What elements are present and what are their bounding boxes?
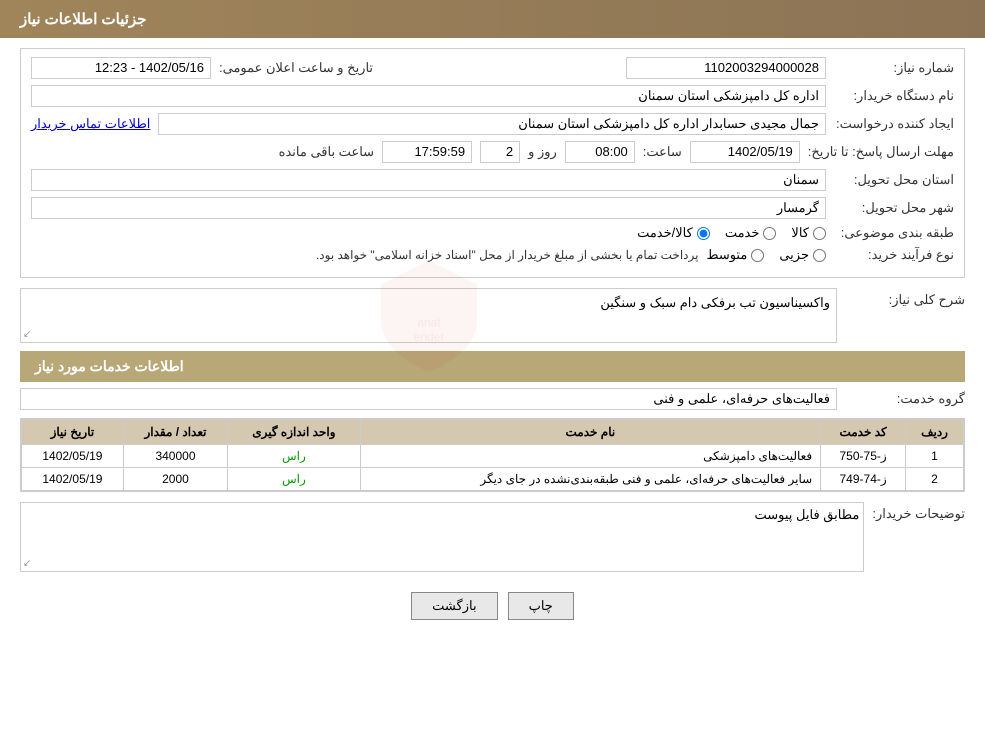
services-section-header: اطلاعات خدمات مورد نیاز: [20, 351, 965, 382]
deadline-label: مهلت ارسال پاسخ: تا تاریخ:: [808, 144, 954, 160]
cell-code: ز-75-750: [821, 445, 906, 468]
main-content: شماره نیاز: 1102003294000028 تاریخ و ساع…: [0, 38, 985, 645]
col-header-qty: تعداد / مقدار: [123, 420, 227, 445]
cell-date: 1402/05/19: [22, 445, 124, 468]
radio-item-khedmat: خدمت: [725, 225, 777, 241]
col-header-code: کد خدمت: [821, 420, 906, 445]
deadline-remaining: 17:59:59: [382, 141, 472, 163]
button-row: چاپ بازگشت: [20, 582, 965, 635]
services-table: ردیف کد خدمت نام خدمت واحد اندازه گیری ت…: [21, 419, 964, 491]
row-creator: ایجاد کننده درخواست: جمال مجیدی حسابدار …: [31, 113, 954, 135]
print-button[interactable]: چاپ: [508, 592, 574, 620]
buyer-desc-resize-icon: ↙: [23, 558, 31, 569]
cell-code: ز-74-749: [821, 468, 906, 491]
buyer-org-value: اداره کل دامپزشکی استان سمنان: [31, 85, 826, 107]
col-header-name: نام خدمت: [360, 420, 821, 445]
radio-item-jozii: جزیی: [779, 247, 826, 263]
page-wrapper: جزئیات اطلاعات نیاز شماره نیاز: 11020032…: [0, 0, 985, 730]
row-deadline: مهلت ارسال پاسخ: تا تاریخ: 1402/05/19 سا…: [31, 141, 954, 163]
page-header: جزئیات اطلاعات نیاز: [0, 0, 985, 38]
row-service-group: گروه خدمت: فعالیت‌های حرفه‌ای، علمی و فن…: [20, 388, 965, 410]
row-purchase-type: نوع فرآیند خرید: جزیی متوسط پرداخت تمام …: [31, 247, 954, 263]
cell-name: سایر فعالیت‌های حرفه‌ای، علمی و فنی طبقه…: [360, 468, 821, 491]
buyer-desc-box: مطابق فایل پیوست ↙: [20, 502, 864, 572]
back-button[interactable]: بازگشت: [411, 592, 497, 620]
table-row: 1 ز-75-750 فعالیت‌های دامپزشکی راس 34000…: [22, 445, 964, 468]
radio-item-kala-khedmat: کالا/خدمت: [637, 225, 710, 241]
cell-unit: راس: [228, 468, 360, 491]
deadline-time: 08:00: [565, 141, 635, 163]
radio-kala[interactable]: [813, 227, 826, 240]
deadline-date: 1402/05/19: [690, 141, 800, 163]
cell-num: 1: [906, 445, 964, 468]
radio-item-motawaset: متوسط: [706, 247, 764, 263]
page-title: جزئیات اطلاعات نیاز: [20, 11, 147, 28]
category-label: طبقه بندی موضوعی:: [834, 225, 954, 241]
need-desc-box: anat ender واکسیناسیون تب برفکی دام سبک …: [20, 288, 837, 343]
cell-name: فعالیت‌های دامپزشکی: [360, 445, 821, 468]
cell-qty: 340000: [123, 445, 227, 468]
buyer-desc-label: توضیحات خریدار:: [872, 502, 965, 522]
need-number-value: 1102003294000028: [626, 57, 826, 79]
city-label: شهر محل تحویل:: [834, 200, 954, 216]
need-number-label: شماره نیاز:: [834, 60, 954, 76]
buyer-desc-section: توضیحات خریدار: مطابق فایل پیوست ↙: [20, 502, 965, 572]
desc-resize-icon: ↙: [23, 329, 31, 340]
radio-kala-khedmat[interactable]: [697, 227, 710, 240]
buyer-org-label: نام دستگاه خریدار:: [834, 88, 954, 104]
table-header-row: ردیف کد خدمت نام خدمت واحد اندازه گیری ت…: [22, 420, 964, 445]
info-section-main: شماره نیاز: 1102003294000028 تاریخ و ساع…: [20, 48, 965, 278]
svg-text:ender: ender: [413, 329, 444, 343]
col-header-num: ردیف: [906, 420, 964, 445]
deadline-remaining-label: ساعت باقی مانده: [279, 144, 374, 160]
services-table-section: ردیف کد خدمت نام خدمت واحد اندازه گیری ت…: [20, 418, 965, 492]
purchase-notice: پرداخت تمام یا بخشی از مبلغ خریدار از مح…: [316, 248, 699, 262]
need-desc-label: شرح کلی نیاز:: [845, 288, 965, 308]
buyer-desc-value: مطابق فایل پیوست: [25, 507, 859, 523]
col-header-unit: واحد اندازه گیری: [228, 420, 360, 445]
category-radio-group: کالا خدمت کالا/خدمت: [637, 225, 826, 241]
row-province: استان محل تحویل: سمنان: [31, 169, 954, 191]
table-row: 2 ز-74-749 سایر فعالیت‌های حرفه‌ای، علمی…: [22, 468, 964, 491]
cell-date: 1402/05/19: [22, 468, 124, 491]
deadline-days: 2: [480, 141, 520, 163]
purchase-type-label: نوع فرآیند خرید:: [834, 247, 954, 263]
creator-value: جمال مجیدی حسابدار اداره کل دامپزشکی است…: [158, 113, 826, 135]
province-value: سمنان: [31, 169, 826, 191]
row-need-number: شماره نیاز: 1102003294000028 تاریخ و ساع…: [31, 57, 954, 79]
need-desc-value: واکسیناسیون تب برفکی دام سبک و سنگین: [600, 295, 830, 310]
radio-khedmat[interactable]: [763, 227, 776, 240]
deadline-days-label: روز و: [528, 144, 557, 160]
radio-jozii[interactable]: [813, 249, 826, 262]
row-need-desc: شرح کلی نیاز: anat ender واکسیناسیون تب …: [20, 288, 965, 343]
cell-unit: راس: [228, 445, 360, 468]
date-label: تاریخ و ساعت اعلان عمومی:: [219, 60, 373, 76]
row-category: طبقه بندی موضوعی: کالا خدمت کالا/خدمت: [31, 225, 954, 241]
service-group-value: فعالیت‌های حرفه‌ای، علمی و فنی: [20, 388, 837, 410]
radio-motawaset[interactable]: [751, 249, 764, 262]
row-city: شهر محل تحویل: گرمسار: [31, 197, 954, 219]
date-value: 1402/05/16 - 12:23: [31, 57, 211, 79]
col-header-date: تاریخ نیاز: [22, 420, 124, 445]
creator-label: ایجاد کننده درخواست:: [834, 116, 954, 132]
city-value: گرمسار: [31, 197, 826, 219]
contact-link[interactable]: اطلاعات تماس خریدار: [31, 116, 150, 132]
deadline-time-label: ساعت:: [643, 144, 682, 160]
purchase-type-group: جزیی متوسط: [706, 247, 826, 263]
cell-qty: 2000: [123, 468, 227, 491]
cell-num: 2: [906, 468, 964, 491]
svg-text:anat: anat: [417, 315, 441, 329]
province-label: استان محل تحویل:: [834, 172, 954, 188]
service-group-label: گروه خدمت:: [845, 391, 965, 407]
row-buyer-org: نام دستگاه خریدار: اداره کل دامپزشکی است…: [31, 85, 954, 107]
radio-item-kala: کالا: [791, 225, 826, 241]
